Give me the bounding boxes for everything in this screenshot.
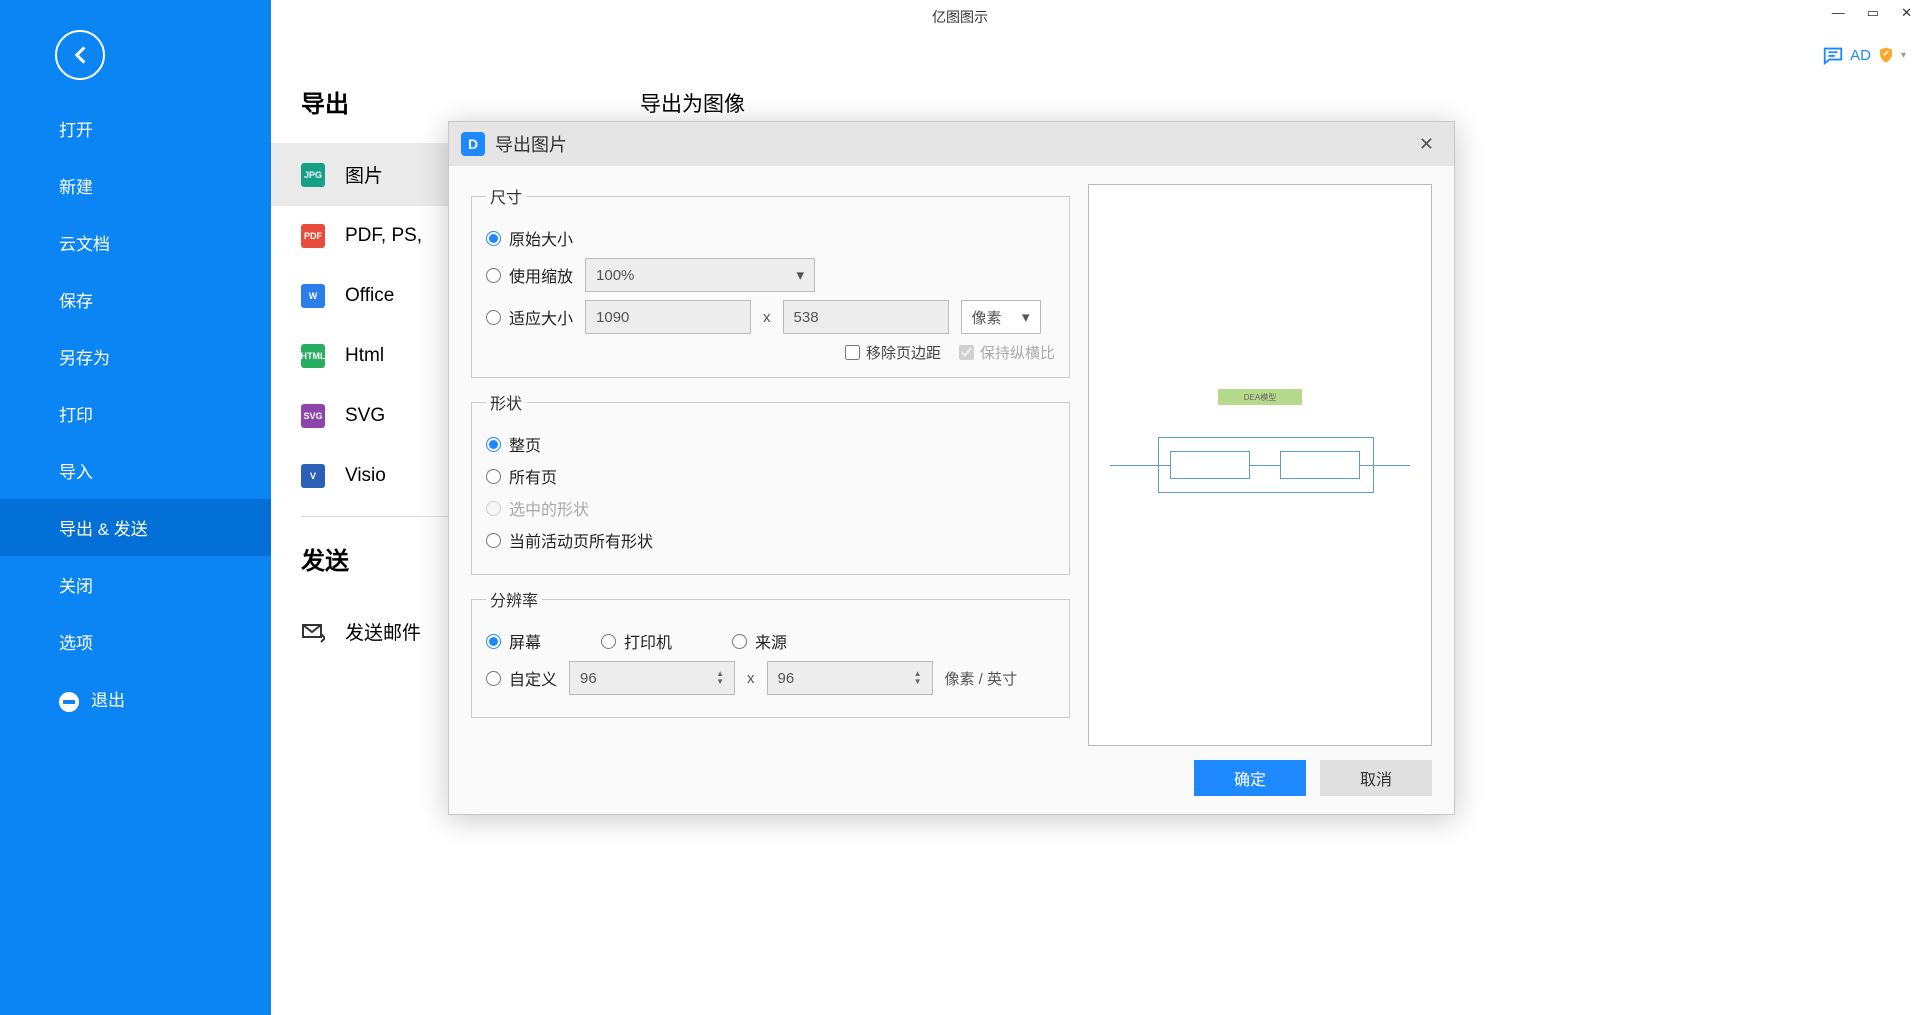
mail-icon xyxy=(301,620,325,644)
dialog-close-button[interactable]: ✕ xyxy=(1411,130,1442,159)
sidebar-item-cloud[interactable]: 云文档 xyxy=(0,214,271,271)
page-subtitle: 导出为图像 xyxy=(640,88,745,118)
header-badge-bar: AD ▾ xyxy=(1822,44,1906,66)
resolution-legend: 分辨率 xyxy=(486,587,542,611)
radio-original-size[interactable]: 原始大小 xyxy=(486,226,573,250)
preview-caption xyxy=(1280,423,1282,430)
radio-full-page[interactable]: 整页 xyxy=(486,432,541,456)
size-legend: 尺寸 xyxy=(486,184,526,208)
sidebar-item-exit[interactable]: 退出 xyxy=(0,670,271,728)
sidebar-item-saveas[interactable]: 另存为 xyxy=(0,328,271,385)
word-icon: W xyxy=(301,284,325,308)
window-controls: — ▭ ✕ xyxy=(1832,6,1912,19)
sidebar-item-new[interactable]: 新建 xyxy=(0,157,271,214)
keep-ratio-checkbox xyxy=(959,345,974,360)
export-item-label: PDF, PS, xyxy=(345,225,422,247)
size-fieldset: 尺寸 原始大小 使用缩放 100% ▾ xyxy=(471,184,1070,378)
sidebar-item-print[interactable]: 打印 xyxy=(0,385,271,442)
chat-icon[interactable] xyxy=(1822,44,1844,66)
dialog-title: 导出图片 xyxy=(495,131,567,157)
back-button[interactable] xyxy=(55,30,105,80)
dialog-titlebar[interactable]: D 导出图片 ✕ xyxy=(449,122,1454,166)
chevron-down-icon: ▾ xyxy=(1022,308,1030,326)
radio-all-pages[interactable]: 所有页 xyxy=(486,464,557,488)
close-window-button[interactable]: ✕ xyxy=(1901,6,1912,19)
shape-fieldset: 形状 整页 所有页 选中的形状 当前活动页所有形状 xyxy=(471,390,1070,575)
chevron-down-icon: ▾ xyxy=(796,266,804,284)
shield-icon[interactable] xyxy=(1877,46,1895,64)
zoom-combo[interactable]: 100% ▾ xyxy=(585,258,815,292)
radio-res-printer[interactable]: 打印机 xyxy=(601,629,672,653)
resolution-fieldset: 分辨率 屏幕 打印机 来源 自定义 96▲▼ x 96▲▼ 像素 / 英寸 xyxy=(471,587,1070,718)
export-item-label: 图片 xyxy=(345,161,383,188)
sidebar-item-open[interactable]: 打开 xyxy=(0,100,271,157)
sidebar-item-save[interactable]: 保存 xyxy=(0,271,271,328)
chevron-down-icon[interactable]: ▾ xyxy=(1901,50,1906,61)
export-item-label: Office xyxy=(345,285,394,307)
radio-zoom-input[interactable] xyxy=(486,268,501,283)
preview-title-box: DEA模型 xyxy=(1218,389,1302,405)
export-image-dialog: D 导出图片 ✕ 尺寸 原始大小 使用缩放 xyxy=(448,121,1455,815)
preview-pane: DEA模型 xyxy=(1088,184,1432,746)
radio-fit-input[interactable] xyxy=(486,310,501,325)
sidebar-item-close[interactable]: 关闭 xyxy=(0,556,271,613)
ad-label[interactable]: AD xyxy=(1850,47,1871,64)
ok-button[interactable]: 确定 xyxy=(1194,760,1306,796)
radio-fit-size[interactable]: 适应大小 xyxy=(486,305,573,329)
maximize-button[interactable]: ▭ xyxy=(1867,6,1879,19)
radio-res-source[interactable]: 来源 xyxy=(732,629,787,653)
app-title: 亿图图示 xyxy=(932,7,988,27)
preview-outer-box xyxy=(1158,437,1374,493)
preview-diagram: DEA模型 xyxy=(1110,385,1410,545)
radio-all-shapes-active[interactable]: 当前活动页所有形状 xyxy=(486,528,653,552)
width-input[interactable]: 1090 xyxy=(585,300,751,334)
app-logo-icon: D xyxy=(461,132,485,156)
zoom-value: 100% xyxy=(596,267,634,284)
send-item-label: 发送邮件 xyxy=(345,618,421,645)
sidebar-item-import[interactable]: 导入 xyxy=(0,442,271,499)
shape-legend: 形状 xyxy=(486,390,526,414)
radio-res-screen[interactable]: 屏幕 xyxy=(486,629,541,653)
dpi-unit-label: 像素 / 英寸 xyxy=(945,668,1018,689)
height-input[interactable]: 538 xyxy=(783,300,949,334)
sidebar-item-export-send[interactable]: 导出 & 发送 xyxy=(0,499,271,556)
spinner-icon[interactable]: ▲▼ xyxy=(914,670,922,686)
exit-icon xyxy=(59,692,79,712)
export-item-label: SVG xyxy=(345,405,385,427)
minimize-button[interactable]: — xyxy=(1832,6,1845,19)
dpi-x-input[interactable]: 96▲▼ xyxy=(569,661,735,695)
titlebar: 亿图图示 — ▭ ✕ xyxy=(0,0,1920,34)
check-remove-margin[interactable]: 移除页边距 xyxy=(845,342,941,363)
x-separator: x xyxy=(747,670,755,687)
x-separator: x xyxy=(763,309,771,326)
sidebar: 打开 新建 云文档 保存 另存为 打印 导入 导出 & 发送 关闭 选项 退出 xyxy=(0,0,271,1015)
sidebar-item-options[interactable]: 选项 xyxy=(0,613,271,670)
dpi-y-input[interactable]: 96▲▼ xyxy=(767,661,933,695)
cancel-button[interactable]: 取消 xyxy=(1320,760,1432,796)
export-item-label: Visio xyxy=(345,465,386,487)
check-keep-ratio: 保持纵横比 xyxy=(959,342,1055,363)
html-icon: HTML xyxy=(301,344,325,368)
dialog-buttons: 确定 取消 xyxy=(1088,760,1432,796)
radio-original-input[interactable] xyxy=(486,231,501,246)
radio-selected-shapes: 选中的形状 xyxy=(486,496,589,520)
visio-icon: V xyxy=(301,464,325,488)
svg-icon: SVG xyxy=(301,404,325,428)
jpg-icon: JPG xyxy=(301,163,325,187)
radio-res-custom[interactable]: 自定义 xyxy=(486,666,557,690)
pdf-icon: PDF xyxy=(301,224,325,248)
spinner-icon[interactable]: ▲▼ xyxy=(716,670,724,686)
remove-margin-checkbox[interactable] xyxy=(845,345,860,360)
export-item-label: Html xyxy=(345,345,384,367)
unit-combo[interactable]: 像素▾ xyxy=(961,300,1041,334)
radio-zoom[interactable]: 使用缩放 xyxy=(486,263,573,287)
